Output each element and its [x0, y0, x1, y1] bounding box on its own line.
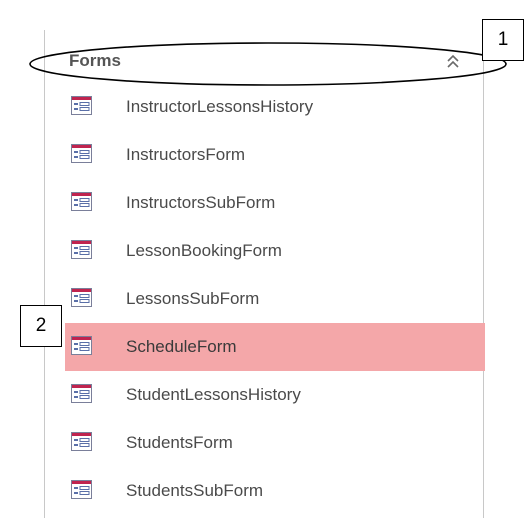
- list-item-label: LessonsSubForm: [126, 289, 260, 308]
- list-item-label: InstructorsSubForm: [126, 193, 276, 212]
- list-item-label: InstructorsForm: [126, 145, 246, 164]
- form-icon: [71, 240, 92, 259]
- navigation-pane: Forms InstructorLessonsHistory Instructo…: [44, 30, 485, 518]
- list-item-label: StudentLessonsHistory: [126, 385, 301, 404]
- list-item-label: ScheduleForm: [126, 337, 237, 356]
- form-icon: [71, 336, 92, 355]
- form-icon: [71, 432, 92, 451]
- callout-number-1: 1: [482, 19, 524, 61]
- list-item-label: InstructorLessonsHistory: [126, 97, 314, 116]
- list-item-lessons-sub-form[interactable]: LessonsSubForm: [65, 275, 485, 323]
- list-item-students-form[interactable]: StudentsForm: [65, 419, 485, 467]
- form-icon: [71, 96, 92, 115]
- form-icon: [71, 288, 92, 307]
- form-icon: [71, 384, 92, 403]
- forms-list: InstructorLessonsHistory InstructorsForm…: [65, 83, 485, 515]
- list-item-label: StudentsForm: [126, 433, 233, 452]
- list-item-students-sub-form[interactable]: StudentsSubForm: [65, 467, 485, 515]
- list-item-lesson-booking-form[interactable]: LessonBookingForm: [65, 227, 485, 275]
- form-icon: [71, 192, 92, 211]
- callout-ellipse: [29, 42, 507, 86]
- list-item-instructors-form[interactable]: InstructorsForm: [65, 131, 485, 179]
- list-item-label: StudentsSubForm: [126, 481, 264, 500]
- list-item-label: LessonBookingForm: [126, 241, 282, 260]
- form-icon: [71, 144, 92, 163]
- list-item-schedule-form[interactable]: ScheduleForm: [65, 323, 485, 371]
- list-item-student-lessons-history[interactable]: StudentLessonsHistory: [65, 371, 485, 419]
- list-item-instructors-sub-form[interactable]: InstructorsSubForm: [65, 179, 485, 227]
- list-item-instructor-lessons-history[interactable]: InstructorLessonsHistory: [65, 83, 485, 131]
- form-icon: [71, 480, 92, 499]
- callout-number-2: 2: [20, 305, 62, 347]
- screenshot-stage: Forms InstructorLessonsHistory Instructo…: [0, 0, 526, 518]
